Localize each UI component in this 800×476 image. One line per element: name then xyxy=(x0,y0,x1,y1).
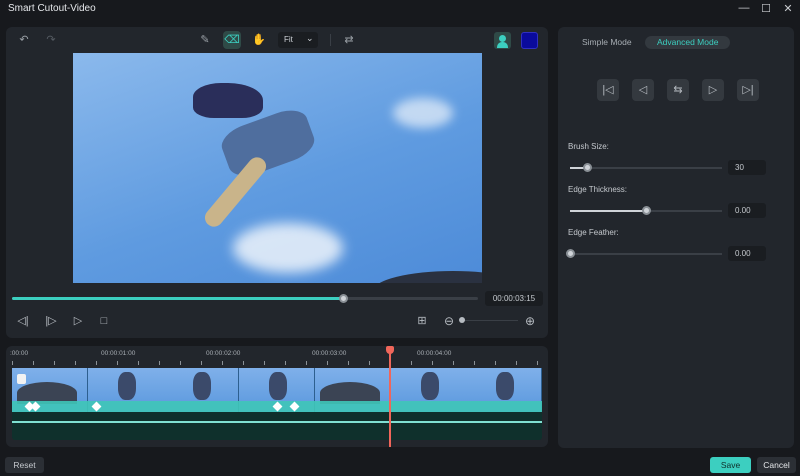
window-title: Smart Cutout-Video xyxy=(8,3,96,14)
video-preview[interactable] xyxy=(73,53,482,283)
zoom-select[interactable]: Fit ⌄ xyxy=(278,32,318,48)
ruler-tick xyxy=(159,361,160,365)
zoom-in-button[interactable]: ⊕ xyxy=(522,313,538,329)
seek-bar-fill xyxy=(12,297,343,300)
ruler-label: 00:00:01:00 xyxy=(101,350,135,357)
thumbnail-subject xyxy=(193,372,211,400)
slider-value-input[interactable]: 0.00 xyxy=(728,246,766,261)
ruler-tick xyxy=(138,361,139,365)
redo-icon[interactable]: ↷ xyxy=(42,31,60,49)
ruler-tick xyxy=(201,361,202,365)
person-icon xyxy=(499,35,506,42)
cloud xyxy=(233,223,343,273)
slider-label: Brush Size: xyxy=(568,142,609,151)
slider-fill xyxy=(570,210,646,212)
eraser-icon[interactable]: ⌫ xyxy=(223,31,241,49)
seek-bar[interactable] xyxy=(12,297,478,300)
slider-handle[interactable] xyxy=(566,249,575,258)
slider-track[interactable] xyxy=(570,167,722,169)
person-cutout-button[interactable] xyxy=(494,32,511,49)
ramp xyxy=(373,271,482,283)
ruler-tick xyxy=(348,361,349,365)
brush-add-icon[interactable]: ✎ xyxy=(196,31,214,49)
ruler-tick xyxy=(537,361,538,365)
slider-handle[interactable] xyxy=(642,206,651,215)
seek-handle[interactable] xyxy=(339,294,348,303)
ruler-label: 00:00:03:00 xyxy=(312,350,346,357)
prev-keyframe-button[interactable]: ◁ xyxy=(632,79,654,101)
cancel-button[interactable]: Cancel xyxy=(757,457,796,473)
chevron-down-icon: ⌄ xyxy=(306,33,314,44)
prev-frame-button[interactable]: ◁| xyxy=(15,313,31,329)
ruler-tick xyxy=(516,361,517,365)
ruler-label: :00:00 xyxy=(10,350,28,357)
playhead-handle[interactable] xyxy=(386,346,394,354)
slider-value-input[interactable]: 30 xyxy=(728,160,766,175)
play-button[interactable]: ▷ xyxy=(70,313,86,329)
ruler-tick xyxy=(495,361,496,365)
minimize-button[interactable]: — xyxy=(736,2,752,16)
last-keyframe-button[interactable]: ▷| xyxy=(737,79,759,101)
ruler-tick xyxy=(411,361,412,365)
hand-icon[interactable]: ✋ xyxy=(250,31,268,49)
next-keyframe-button[interactable]: ▷ xyxy=(702,79,724,101)
ruler-label: 00:00:04:00 xyxy=(417,350,451,357)
timeline-zoom-handle[interactable] xyxy=(459,317,465,323)
ruler-tick xyxy=(327,361,328,365)
ruler-tick xyxy=(243,361,244,365)
ruler-tick xyxy=(117,361,118,365)
ruler-tick xyxy=(54,361,55,365)
ruler-tick xyxy=(264,361,265,365)
timeline-zoom-slider[interactable] xyxy=(462,320,518,321)
zoom-out-button[interactable]: ⊖ xyxy=(441,313,457,329)
ruler-tick xyxy=(285,361,286,365)
next-frame-button[interactable]: |▷ xyxy=(43,313,59,329)
ruler-tick xyxy=(180,361,181,365)
cloud xyxy=(393,98,453,128)
mask-track-line xyxy=(12,421,542,423)
ruler-tick xyxy=(306,361,307,365)
fit-timeline-button[interactable]: ⊞ xyxy=(414,313,430,329)
overlay-color-swatch[interactable] xyxy=(521,32,538,49)
ruler-tick xyxy=(75,361,76,365)
zoom-select-value: Fit xyxy=(284,35,293,44)
ruler-tick xyxy=(453,361,454,365)
thumbnail-subject xyxy=(118,372,136,400)
first-keyframe-button[interactable]: |◁ xyxy=(597,79,619,101)
thumbnail-subject xyxy=(496,372,514,400)
playhead[interactable] xyxy=(389,350,391,447)
ruler-label: 00:00:02:00 xyxy=(206,350,240,357)
mask-track[interactable] xyxy=(12,412,542,440)
slider-label: Edge Feather: xyxy=(568,228,619,237)
thumbnail-subject xyxy=(421,372,439,400)
close-button[interactable]: ✕ xyxy=(780,2,796,16)
maximize-button[interactable]: ☐ xyxy=(758,2,774,16)
undo-icon[interactable]: ↶ xyxy=(15,31,33,49)
stop-button[interactable]: □ xyxy=(96,313,112,329)
reset-button[interactable]: Reset xyxy=(5,457,44,473)
divider xyxy=(330,34,331,46)
ruler-tick xyxy=(12,361,13,365)
ruler-tick xyxy=(222,361,223,365)
compare-icon[interactable]: ⇄ xyxy=(340,31,358,49)
timecode-display: 00:00:03:15 xyxy=(485,291,543,306)
ruler-tick xyxy=(474,361,475,365)
ruler-tick xyxy=(432,361,433,365)
skater-torso xyxy=(193,83,263,118)
thumbnail-subject xyxy=(269,372,287,400)
slider-value-input[interactable]: 0.00 xyxy=(728,203,766,218)
swap-button[interactable]: ⇆ xyxy=(667,79,689,101)
ruler-tick xyxy=(33,361,34,365)
slider-label: Edge Thickness: xyxy=(568,185,627,194)
ruler-tick xyxy=(96,361,97,365)
clip-icon xyxy=(17,374,26,384)
slider-track[interactable] xyxy=(570,253,722,255)
tab-advanced-mode[interactable]: Advanced Mode xyxy=(645,36,730,49)
person-icon-body xyxy=(497,42,508,48)
tab-simple-mode[interactable]: Simple Mode xyxy=(570,36,644,49)
save-button[interactable]: Save xyxy=(710,457,751,473)
slider-handle[interactable] xyxy=(583,163,592,172)
ruler-tick xyxy=(369,361,370,365)
